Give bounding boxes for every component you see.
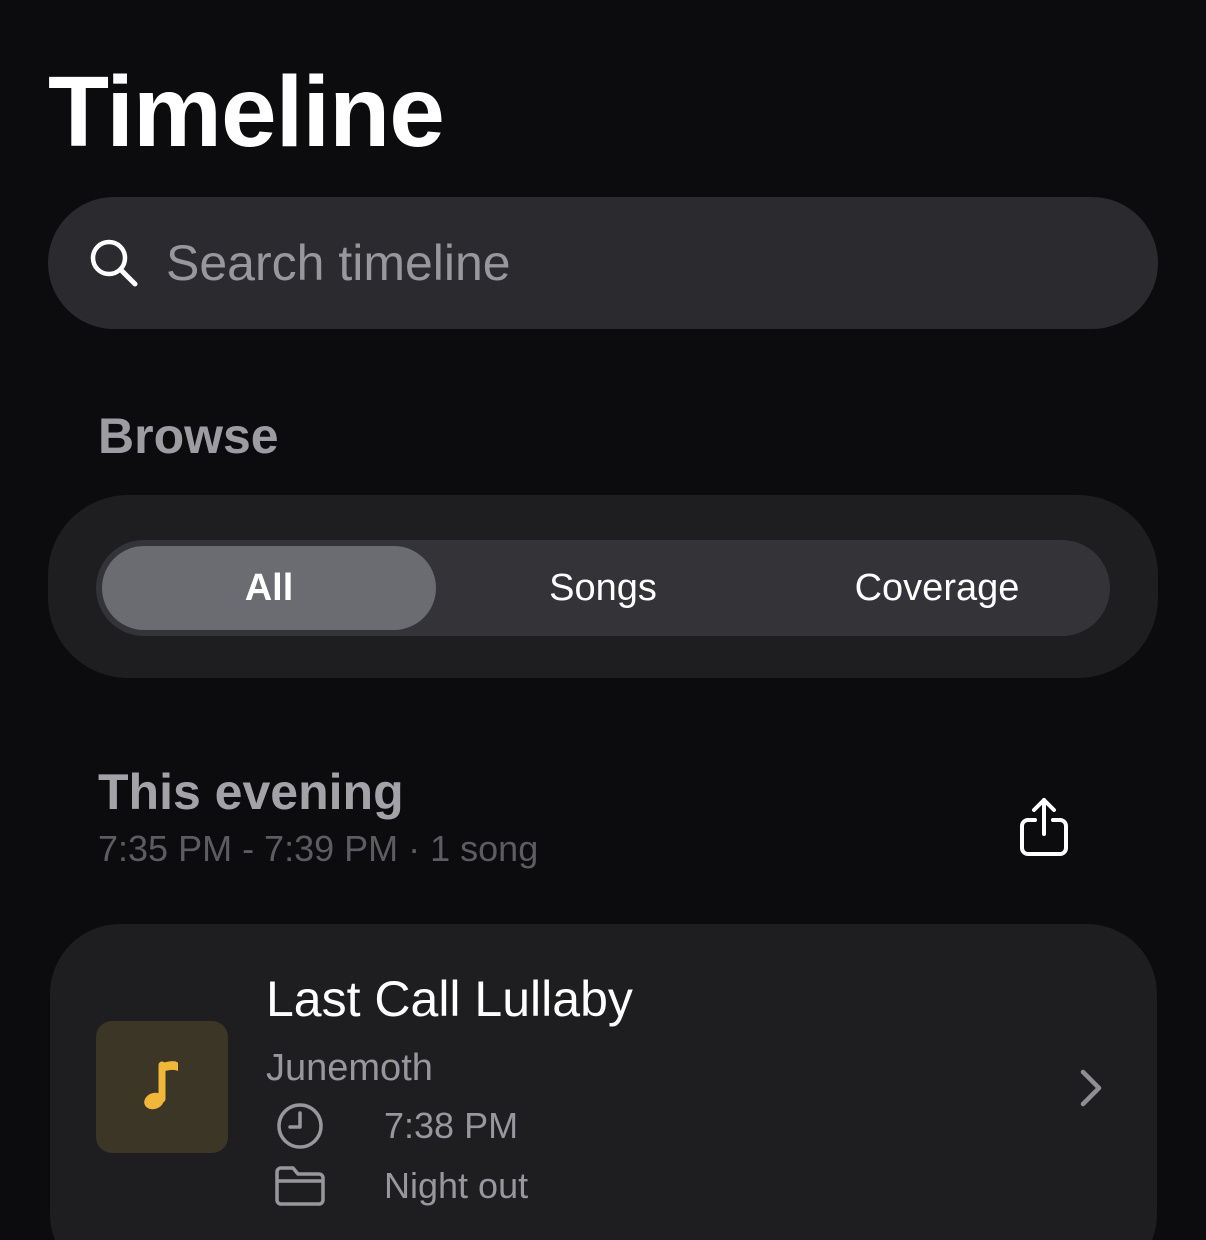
search-input[interactable] [166, 234, 1158, 292]
search-icon [88, 237, 140, 289]
browse-label: Browse [98, 408, 279, 464]
chevron-right-icon [1076, 1064, 1106, 1112]
song-time-row: 7:38 PM [272, 1102, 518, 1150]
song-title: Last Call Lullaby [266, 971, 633, 1027]
song-folder: Night out [384, 1165, 529, 1206]
browse-card: All Songs Coverage [48, 495, 1158, 678]
song-artist: Junemoth [266, 1047, 433, 1089]
segment-all[interactable]: All [102, 546, 436, 630]
search-bar[interactable] [48, 197, 1158, 329]
segment-songs[interactable]: Songs [436, 546, 770, 630]
group-title: This evening [98, 764, 404, 820]
clock-icon [272, 1102, 328, 1150]
share-icon [1018, 796, 1070, 863]
share-button[interactable] [1016, 796, 1072, 862]
folder-icon [272, 1162, 328, 1210]
page-title: Timeline [48, 56, 445, 168]
song-time: 7:38 PM [384, 1105, 519, 1146]
timeline-screen: Timeline Browse All Songs Coverage This … [0, 0, 1206, 1240]
song-artwork [96, 1021, 228, 1153]
segment-coverage[interactable]: Coverage [770, 546, 1104, 630]
music-note-icon [142, 1057, 182, 1118]
song-row[interactable]: Last Call Lullaby Junemoth 7:38 PM Night… [50, 924, 1157, 1240]
group-meta: 7:35 PM - 7:39 PM · 1 song [98, 828, 539, 869]
song-folder-row: Night out [272, 1162, 528, 1210]
browse-segmented-control: All Songs Coverage [96, 540, 1110, 636]
